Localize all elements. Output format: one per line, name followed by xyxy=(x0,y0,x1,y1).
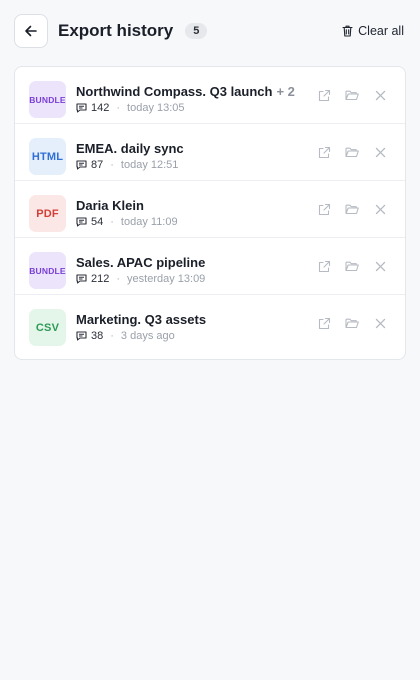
export-meta: 87 · today 12:51 xyxy=(76,158,295,172)
external-link-icon[interactable] xyxy=(317,145,331,159)
close-icon[interactable] xyxy=(373,259,387,273)
message-icon xyxy=(76,274,87,284)
export-meta: 54 · today 11:09 xyxy=(76,215,295,229)
export-name: Marketing. Q3 assets xyxy=(76,312,295,328)
header: Export history 5 Clear all xyxy=(14,14,406,48)
separator-dot: · xyxy=(110,159,114,171)
message-icon xyxy=(76,217,87,227)
separator-dot: · xyxy=(116,102,121,114)
folder-icon[interactable] xyxy=(345,316,359,330)
row-actions xyxy=(317,259,387,273)
export-row[interactable]: HTML EMEA. daily sync 87 · today 12:51 xyxy=(15,124,405,181)
export-time: 3 days ago xyxy=(120,330,175,342)
row-actions xyxy=(317,316,387,330)
export-extra-count: + 2 xyxy=(276,84,295,99)
file-type-badge: CSV xyxy=(29,309,66,346)
row-actions xyxy=(317,145,387,159)
message-count: 87 xyxy=(91,159,104,171)
folder-icon[interactable] xyxy=(345,202,359,216)
page-title: Export history xyxy=(58,21,174,40)
message-count: 212 xyxy=(91,273,110,285)
export-info: Daria Klein 54 · today 11:09 xyxy=(76,198,295,229)
row-actions xyxy=(317,202,387,216)
export-info: Marketing. Q3 assets 38 · 3 days ago xyxy=(76,312,295,343)
export-info: EMEA. daily sync 87 · today 12:51 xyxy=(76,141,295,172)
export-meta: 38 · 3 days ago xyxy=(76,329,295,343)
close-icon[interactable] xyxy=(373,88,387,102)
close-icon[interactable] xyxy=(373,202,387,216)
message-icon xyxy=(76,103,87,113)
export-row[interactable]: PDF Daria Klein 54 · today 11:09 xyxy=(15,181,405,238)
message-count: 54 xyxy=(91,216,104,228)
clear-all-button[interactable]: Clear all xyxy=(342,24,406,38)
folder-icon[interactable] xyxy=(345,145,359,159)
message-count: 38 xyxy=(91,330,104,342)
export-row[interactable]: BUNDLE Sales. APAC pipeline 212 · yester… xyxy=(15,238,405,295)
message-icon xyxy=(76,160,87,170)
row-actions xyxy=(317,88,387,102)
trash-icon xyxy=(342,25,353,37)
clear-all-label: Clear all xyxy=(358,24,404,38)
export-name-text: Northwind Compass. Q3 launch xyxy=(76,84,273,99)
external-link-icon[interactable] xyxy=(317,259,331,273)
folder-icon[interactable] xyxy=(345,259,359,273)
export-name-text: EMEA. daily sync xyxy=(76,141,184,156)
export-name: Northwind Compass. Q3 launch + 2 xyxy=(76,84,295,100)
export-time: today 11:09 xyxy=(120,216,178,228)
close-icon[interactable] xyxy=(373,145,387,159)
export-meta: 212 · yesterday 13:09 xyxy=(76,272,295,286)
export-name-text: Marketing. Q3 assets xyxy=(76,312,207,327)
file-type-badge: PDF xyxy=(29,195,66,232)
export-name-text: Daria Klein xyxy=(76,198,144,213)
export-time: today 12:51 xyxy=(120,159,179,171)
file-type-badge: BUNDLE xyxy=(29,81,66,118)
export-name: Daria Klein xyxy=(76,198,295,214)
message-icon xyxy=(76,331,87,341)
export-time: today 13:05 xyxy=(127,102,185,114)
message-count: 142 xyxy=(91,102,110,114)
external-link-icon[interactable] xyxy=(317,88,331,102)
export-row[interactable]: BUNDLE Northwind Compass. Q3 launch + 2 1… xyxy=(15,67,405,124)
export-row[interactable]: CSV Marketing. Q3 assets 38 · 3 days ago xyxy=(15,295,405,352)
export-name: EMEA. daily sync xyxy=(76,141,295,157)
close-icon[interactable] xyxy=(373,316,387,330)
export-time: yesterday 13:09 xyxy=(127,273,206,285)
external-link-icon[interactable] xyxy=(317,202,331,216)
arrow-left-icon xyxy=(25,25,37,37)
folder-icon[interactable] xyxy=(345,88,359,102)
export-info: Northwind Compass. Q3 launch + 2 142 · to… xyxy=(76,84,295,115)
count-badge: 5 xyxy=(185,23,208,39)
export-list: BUNDLE Northwind Compass. Q3 launch + 2 1… xyxy=(14,66,406,360)
export-info: Sales. APAC pipeline 212 · yesterday 13:… xyxy=(76,255,295,286)
external-link-icon[interactable] xyxy=(317,316,331,330)
separator-dot: · xyxy=(116,273,121,285)
back-button[interactable] xyxy=(14,14,48,48)
file-type-badge: BUNDLE xyxy=(29,252,66,289)
file-type-badge: HTML xyxy=(29,138,66,175)
export-name-text: Sales. APAC pipeline xyxy=(76,255,206,270)
export-name: Sales. APAC pipeline xyxy=(76,255,295,271)
export-meta: 142 · today 13:05 xyxy=(76,101,295,115)
separator-dot: · xyxy=(110,330,114,342)
separator-dot: · xyxy=(110,216,114,228)
